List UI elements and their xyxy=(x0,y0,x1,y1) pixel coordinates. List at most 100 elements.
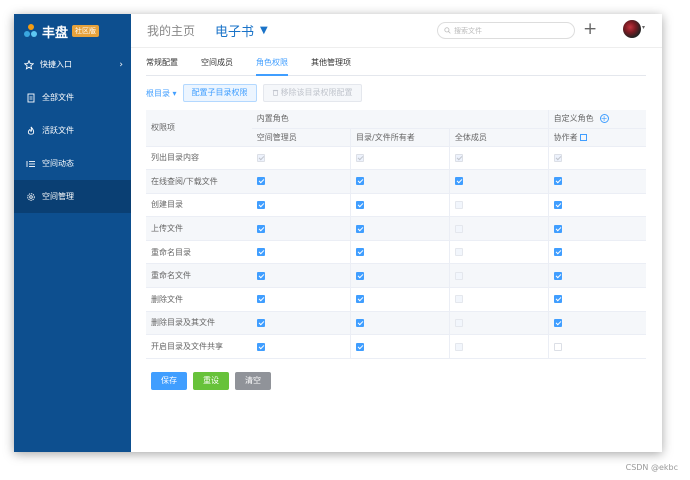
add-role-icon[interactable]: + xyxy=(599,114,609,124)
permission-checkbox[interactable] xyxy=(256,200,265,209)
table-row: 在线查阅/下载文件 xyxy=(146,169,646,194)
config-subdir-button[interactable]: 配置子目录权限 xyxy=(182,84,257,102)
permission-cell xyxy=(448,193,549,218)
top-bar: 我的主页 电子书 ▼ 搜索文件 + ▾ xyxy=(131,14,662,48)
table-row: 上传文件 xyxy=(146,216,646,241)
permission-label: 删除文件 xyxy=(146,287,252,312)
permission-checkbox[interactable] xyxy=(553,271,562,280)
permission-label: 删除目录及其文件 xyxy=(146,311,252,336)
permission-cell xyxy=(448,334,549,359)
avatar[interactable] xyxy=(623,20,641,38)
custom-roles-header: 自定义角色 + xyxy=(547,110,646,129)
permission-checkbox[interactable] xyxy=(356,295,365,304)
table-row: 重命名文件 xyxy=(146,263,646,289)
permission-cell xyxy=(448,240,549,265)
app-window: 丰盘 社区版 快捷入口 › 全部文件 活跃文件 空间动态 空间管理 我的主页 电… xyxy=(14,14,662,452)
permission-table: 权限项 内置角色 自定义角色 + 空间管理员 目录/文件所有者 全体成员 协作者 … xyxy=(146,110,646,359)
sidebar-item-label: 快捷入口 xyxy=(40,60,72,69)
permission-checkbox[interactable] xyxy=(356,271,365,280)
permission-cell xyxy=(350,334,450,359)
caret-down-icon[interactable]: ▼ xyxy=(260,25,268,36)
permission-cell xyxy=(251,240,351,265)
caret-down-icon[interactable]: ▾ xyxy=(642,24,645,31)
tab-bar: 常规配置 空间成员 角色权限 其他管理项 xyxy=(146,56,646,76)
permission-cell xyxy=(251,169,351,194)
brand-name: 丰盘 xyxy=(42,25,69,41)
directory-select[interactable]: 根目录 ▾ xyxy=(146,88,177,99)
column-header: 全体成员 xyxy=(448,128,549,147)
action-bar: 保存 重设 清空 xyxy=(151,372,277,390)
remove-config-button[interactable]: 移除该目录权限配置 xyxy=(262,84,362,102)
sidebar: 丰盘 社区版 快捷入口 › 全部文件 活跃文件 空间动态 空间管理 xyxy=(14,14,131,452)
permission-label: 开启目录及文件共享 xyxy=(146,334,252,359)
sidebar-item-all-files[interactable]: 全部文件 xyxy=(14,81,131,114)
permission-checkbox xyxy=(454,153,463,162)
tab-role-permissions[interactable]: 角色权限 xyxy=(256,56,288,76)
permission-checkbox[interactable] xyxy=(256,177,265,186)
permission-cell xyxy=(547,193,646,218)
sidebar-item-label: 全部文件 xyxy=(42,93,74,102)
add-button[interactable]: + xyxy=(583,20,597,38)
permission-checkbox[interactable] xyxy=(553,177,562,186)
permission-cell xyxy=(448,263,549,289)
permission-checkbox[interactable] xyxy=(256,318,265,327)
permission-label: 列出目录内容 xyxy=(146,146,252,171)
edition-badge: 社区版 xyxy=(72,25,100,37)
permission-checkbox[interactable] xyxy=(553,342,562,351)
permission-cell xyxy=(251,311,351,336)
save-button[interactable]: 保存 xyxy=(151,372,187,390)
tab-other[interactable]: 其他管理项 xyxy=(311,56,351,76)
star-icon xyxy=(24,59,34,70)
permission-checkbox[interactable] xyxy=(256,342,265,351)
permission-checkbox[interactable] xyxy=(553,200,562,209)
permission-cell xyxy=(350,193,450,218)
permission-checkbox[interactable] xyxy=(553,295,562,304)
sidebar-item-space-management[interactable]: 空间管理 xyxy=(14,180,131,213)
list-icon xyxy=(26,160,35,167)
trash-icon xyxy=(272,89,278,96)
library-selector[interactable]: 电子书 xyxy=(215,21,254,40)
search-input[interactable]: 搜索文件 xyxy=(437,22,575,39)
sidebar-item-active-files[interactable]: 活跃文件 xyxy=(14,114,131,147)
permission-cell xyxy=(350,146,450,171)
permission-checkbox[interactable] xyxy=(356,248,365,257)
search-icon xyxy=(444,27,451,34)
home-link[interactable]: 我的主页 xyxy=(147,22,195,39)
permission-checkbox[interactable] xyxy=(256,248,265,257)
permission-checkbox[interactable] xyxy=(356,342,365,351)
tab-general[interactable]: 常规配置 xyxy=(146,56,178,76)
tab-members[interactable]: 空间成员 xyxy=(201,56,233,76)
permission-checkbox xyxy=(454,342,463,351)
permission-checkbox[interactable] xyxy=(256,271,265,280)
brand[interactable]: 丰盘 社区版 xyxy=(14,14,131,48)
permission-checkbox[interactable] xyxy=(454,177,463,186)
sidebar-item-activity[interactable]: 空间动态 xyxy=(14,147,131,180)
search-placeholder: 搜索文件 xyxy=(454,26,482,35)
edit-icon[interactable] xyxy=(579,133,587,141)
permission-checkbox[interactable] xyxy=(356,200,365,209)
permission-cell xyxy=(448,216,549,241)
permission-checkbox[interactable] xyxy=(256,224,265,233)
permission-cell xyxy=(350,240,450,265)
permission-checkbox[interactable] xyxy=(553,248,562,257)
permission-checkbox[interactable] xyxy=(356,224,365,233)
permission-checkbox[interactable] xyxy=(256,295,265,304)
permission-checkbox[interactable] xyxy=(356,318,365,327)
permission-cell xyxy=(547,216,646,241)
permission-cell xyxy=(448,169,549,194)
permission-cell xyxy=(547,169,646,194)
permission-checkbox[interactable] xyxy=(553,224,562,233)
permission-checkbox[interactable] xyxy=(553,318,562,327)
gear-icon xyxy=(27,192,35,201)
permission-checkbox[interactable] xyxy=(356,177,365,186)
table-row: 重命名目录 xyxy=(146,240,646,265)
sidebar-item-shortcuts[interactable]: 快捷入口 › xyxy=(14,48,131,81)
builtin-roles-header: 内置角色 xyxy=(251,110,549,129)
permission-checkbox xyxy=(454,248,463,257)
logo-icon xyxy=(24,24,38,38)
permission-cell xyxy=(448,287,549,312)
reset-button[interactable]: 重设 xyxy=(193,372,229,390)
permission-checkbox xyxy=(454,224,463,233)
permission-checkbox xyxy=(454,200,463,209)
clear-button[interactable]: 清空 xyxy=(235,372,271,390)
